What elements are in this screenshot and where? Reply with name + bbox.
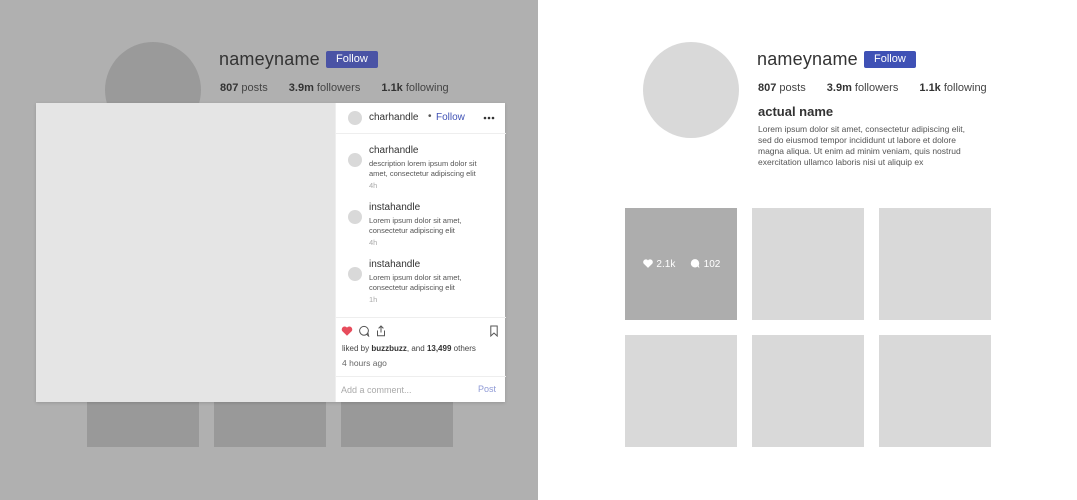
comment-time: 1h bbox=[369, 295, 378, 304]
comment-text: description lorem ipsum dolor sit amet, … bbox=[369, 159, 477, 178]
post-image bbox=[36, 103, 335, 402]
profile-bio: Lorem ipsum dolor sit amet, consectetur … bbox=[758, 124, 965, 167]
author-handle[interactable]: charhandle bbox=[369, 112, 418, 123]
comment-text: Lorem ipsum dolor sit amet, consectetur … bbox=[369, 216, 462, 235]
post-sidebar: charhandle • Follow charhandle descripti… bbox=[335, 103, 506, 402]
profile-stats: 807 posts 3.9m followers 1.1k following bbox=[758, 82, 1005, 94]
follow-button[interactable]: Follow bbox=[326, 51, 378, 68]
profile-avatar bbox=[643, 42, 739, 138]
comment-item: charhandle description lorem ipsum dolor… bbox=[336, 143, 506, 198]
grid-tile[interactable] bbox=[879, 208, 991, 320]
commenter-avatar[interactable] bbox=[348, 210, 362, 224]
post-timestamp: 4 hours ago bbox=[342, 358, 387, 368]
comment-time: 4h bbox=[369, 238, 378, 247]
comment-text: Lorem ipsum dolor sit amet, consectetur … bbox=[369, 273, 462, 292]
commenter-handle[interactable]: instahandle bbox=[369, 259, 420, 270]
heart-icon[interactable] bbox=[341, 325, 353, 337]
post-modal: charhandle • Follow charhandle descripti… bbox=[36, 103, 506, 402]
more-horizontal-icon[interactable] bbox=[483, 116, 495, 120]
followers-stat[interactable]: 3.9m followers bbox=[289, 82, 361, 94]
post-header: charhandle • Follow bbox=[336, 103, 506, 134]
likes-count[interactable]: 13,499 bbox=[427, 344, 451, 353]
modal-follow-link[interactable]: Follow bbox=[436, 112, 465, 123]
commenter-avatar[interactable] bbox=[348, 153, 362, 167]
profile-real-name: actual name bbox=[758, 104, 834, 119]
profile-username: nameyname bbox=[219, 49, 320, 69]
comment-icon[interactable] bbox=[358, 325, 370, 337]
grid-tile bbox=[341, 402, 453, 447]
comment-item: instahandle Lorem ipsum dolor sit amet, … bbox=[336, 257, 506, 312]
heart-icon bbox=[642, 259, 653, 268]
profile-stats: 807 posts 3.9m followers 1.1k following bbox=[220, 82, 467, 94]
grid-tile[interactable] bbox=[625, 335, 737, 447]
commenter-handle[interactable]: charhandle bbox=[369, 145, 418, 156]
post-comment-button[interactable]: Post bbox=[478, 384, 496, 394]
tile-likes-count: 2.1k bbox=[656, 259, 676, 270]
tile-stats: 2.1k 102 bbox=[625, 258, 737, 270]
bookmark-icon[interactable] bbox=[488, 325, 500, 337]
comment-icon bbox=[690, 259, 700, 269]
liked-by-text: liked by buzzbuzz, and 13,499 others bbox=[342, 344, 476, 353]
grid-tile[interactable] bbox=[752, 208, 864, 320]
profile-username: nameyname bbox=[757, 49, 858, 69]
grid-tile-hovered[interactable]: 2.1k 102 bbox=[625, 208, 737, 320]
grid-tile bbox=[87, 402, 199, 447]
separator-dot: • bbox=[428, 111, 432, 122]
follow-button[interactable]: Follow bbox=[864, 51, 916, 68]
comment-input[interactable] bbox=[341, 383, 461, 397]
comment-bar: Post bbox=[336, 376, 506, 403]
following-stat[interactable]: 1.1k following bbox=[919, 82, 986, 94]
tile-comments-count: 102 bbox=[703, 259, 721, 270]
modal-overlay[interactable]: nameyname Follow 807 posts 3.9m follower… bbox=[0, 0, 538, 500]
profile-page: nameyname Follow 807 posts 3.9m follower… bbox=[538, 0, 1077, 500]
posts-stat: 807 posts bbox=[758, 82, 806, 94]
grid-tile[interactable] bbox=[879, 335, 991, 447]
grid-tile bbox=[214, 402, 326, 447]
liked-by-user[interactable]: buzzbuzz bbox=[371, 344, 407, 353]
post-actions: liked by buzzbuzz, and 13,499 others 4 h… bbox=[336, 317, 506, 403]
share-icon[interactable] bbox=[375, 325, 387, 337]
commenter-avatar[interactable] bbox=[348, 267, 362, 281]
following-stat[interactable]: 1.1k following bbox=[381, 82, 448, 94]
author-avatar[interactable] bbox=[348, 111, 362, 125]
grid-tile[interactable] bbox=[752, 335, 864, 447]
comment-time: 4h bbox=[369, 181, 378, 190]
followers-stat[interactable]: 3.9m followers bbox=[827, 82, 899, 94]
posts-stat: 807 posts bbox=[220, 82, 268, 94]
commenter-handle[interactable]: instahandle bbox=[369, 202, 420, 213]
comment-item: instahandle Lorem ipsum dolor sit amet, … bbox=[336, 200, 506, 255]
